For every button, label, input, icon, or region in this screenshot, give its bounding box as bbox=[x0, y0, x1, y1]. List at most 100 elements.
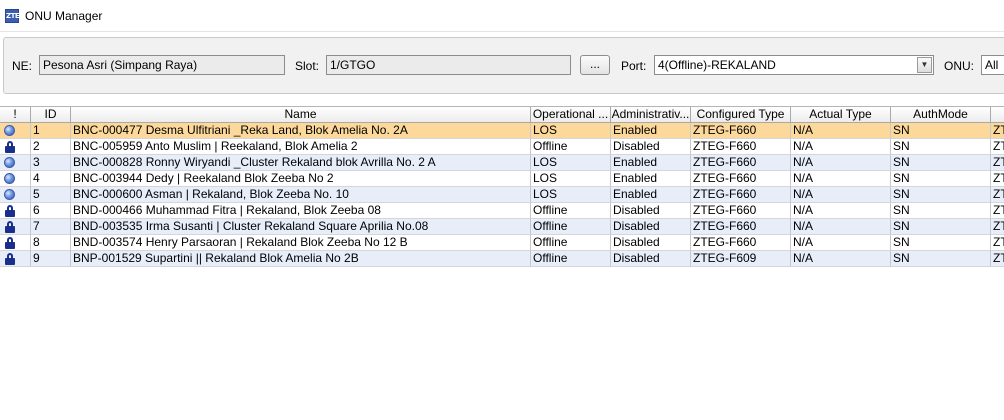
zte-app-icon: ZTE bbox=[5, 9, 20, 23]
administrative-cell: Disabled bbox=[611, 235, 691, 251]
ne-field: Pesona Asri (Simpang Raya) bbox=[39, 55, 285, 75]
extra-cell: ZT bbox=[991, 187, 1004, 203]
status-cell bbox=[0, 155, 31, 171]
lock-icon bbox=[5, 237, 15, 249]
table-row[interactable]: 2 BNC-005959 Anto Muslim | Reekaland, Blo… bbox=[0, 139, 1004, 155]
table-row[interactable]: 5 BNC-000600 Asman | Rekaland, Blok Zeeba… bbox=[0, 187, 1004, 203]
port-label: Port: bbox=[621, 59, 647, 73]
column-header-name[interactable]: Name bbox=[71, 107, 531, 123]
operational-cell: Offline bbox=[531, 251, 611, 267]
operational-cell: LOS bbox=[531, 123, 611, 139]
authmode-cell: SN bbox=[891, 187, 991, 203]
administrative-cell: Enabled bbox=[611, 123, 691, 139]
extra-cell: ZT bbox=[991, 251, 1004, 267]
operational-cell: LOS bbox=[531, 171, 611, 187]
chevron-down-icon[interactable]: ▼ bbox=[917, 57, 932, 73]
column-header-operational[interactable]: Operational ... bbox=[531, 107, 611, 123]
configured-type-cell: ZTEG-F660 bbox=[691, 139, 791, 155]
administrative-cell: Disabled bbox=[611, 219, 691, 235]
id-cell: 7 bbox=[31, 219, 71, 235]
operational-cell: LOS bbox=[531, 155, 611, 171]
column-header-authmode[interactable]: AuthMode bbox=[891, 107, 991, 123]
actual-type-cell: N/A bbox=[791, 219, 891, 235]
actual-type-cell: N/A bbox=[791, 251, 891, 267]
actual-type-cell: N/A bbox=[791, 171, 891, 187]
administrative-cell: Disabled bbox=[611, 251, 691, 267]
title-bar: ZTE ONU Manager bbox=[0, 0, 1004, 32]
status-cell bbox=[0, 139, 31, 155]
globe-icon bbox=[4, 157, 15, 168]
table-row[interactable]: 6 BND-000466 Muhammad Fitra | Rekaland, B… bbox=[0, 203, 1004, 219]
column-header-extra[interactable] bbox=[991, 107, 1004, 123]
status-cell bbox=[0, 203, 31, 219]
name-cell: BNC-000600 Asman | Rekaland, Blok Zeeba … bbox=[71, 187, 531, 203]
id-cell: 3 bbox=[31, 155, 71, 171]
administrative-cell: Enabled bbox=[611, 187, 691, 203]
name-cell: BNC-003944 Dedy | Reekaland Blok Zeeba N… bbox=[71, 171, 531, 187]
operational-cell: LOS bbox=[531, 187, 611, 203]
browse-button[interactable]: ... bbox=[580, 55, 610, 75]
column-header-administrative[interactable]: Administrativ... bbox=[611, 107, 691, 123]
extra-cell: ZT bbox=[991, 123, 1004, 139]
name-cell: BND-003574 Henry Parsaoran | Rekaland Bl… bbox=[71, 235, 531, 251]
column-header-actual-type[interactable]: Actual Type bbox=[791, 107, 891, 123]
id-cell: 8 bbox=[31, 235, 71, 251]
globe-icon bbox=[4, 125, 15, 136]
onu-label: ONU: bbox=[944, 59, 974, 73]
configured-type-cell: ZTEG-F660 bbox=[691, 203, 791, 219]
administrative-cell: Disabled bbox=[611, 203, 691, 219]
actual-type-cell: N/A bbox=[791, 139, 891, 155]
extra-cell: ZT bbox=[991, 203, 1004, 219]
column-header-configured-type[interactable]: Configured Type bbox=[691, 107, 791, 123]
id-cell: 9 bbox=[31, 251, 71, 267]
table-header: ! ID Name Operational ... Administrativ.… bbox=[0, 107, 1004, 123]
port-select-value: 4(Offline)-REKALAND bbox=[658, 58, 776, 72]
configured-type-cell: ZTEG-F660 bbox=[691, 155, 791, 171]
extra-cell: ZT bbox=[991, 139, 1004, 155]
authmode-cell: SN bbox=[891, 139, 991, 155]
actual-type-cell: N/A bbox=[791, 235, 891, 251]
name-cell: BNC-000477 Desma Ulfitriani _Reka Land, … bbox=[71, 123, 531, 139]
configured-type-cell: ZTEG-F609 bbox=[691, 251, 791, 267]
table-row[interactable]: 9 BNP-001529 Supartini || Rekaland Blok A… bbox=[0, 251, 1004, 267]
ne-label: NE: bbox=[12, 59, 33, 73]
status-cell bbox=[0, 187, 31, 203]
authmode-cell: SN bbox=[891, 219, 991, 235]
authmode-cell: SN bbox=[891, 155, 991, 171]
configured-type-cell: ZTEG-F660 bbox=[691, 171, 791, 187]
authmode-cell: SN bbox=[891, 203, 991, 219]
table-row[interactable]: 4 BNC-003944 Dedy | Reekaland Blok Zeeba … bbox=[0, 171, 1004, 187]
name-cell: BND-003535 Irma Susanti | Cluster Rekala… bbox=[71, 219, 531, 235]
id-cell: 1 bbox=[31, 123, 71, 139]
name-cell: BND-000466 Muhammad Fitra | Rekaland, Bl… bbox=[71, 203, 531, 219]
slot-field: 1/GTGO bbox=[326, 55, 571, 75]
name-cell: BNC-000828 Ronny Wiryandi _Cluster Rekal… bbox=[71, 155, 531, 171]
extra-cell: ZT bbox=[991, 235, 1004, 251]
onu-select[interactable]: All bbox=[981, 55, 1004, 75]
lock-icon bbox=[5, 141, 15, 153]
table-row[interactable]: 3 BNC-000828 Ronny Wiryandi _Cluster Reka… bbox=[0, 155, 1004, 171]
actual-type-cell: N/A bbox=[791, 203, 891, 219]
name-cell: BNP-001529 Supartini || Rekaland Blok Am… bbox=[71, 251, 531, 267]
slot-label: Slot: bbox=[295, 59, 320, 73]
administrative-cell: Enabled bbox=[611, 155, 691, 171]
actual-type-cell: N/A bbox=[791, 187, 891, 203]
lock-icon bbox=[5, 221, 15, 233]
actual-type-cell: N/A bbox=[791, 155, 891, 171]
column-header-status[interactable]: ! bbox=[0, 107, 31, 123]
configured-type-cell: ZTEG-F660 bbox=[691, 187, 791, 203]
status-cell bbox=[0, 171, 31, 187]
authmode-cell: SN bbox=[891, 171, 991, 187]
onu-select-value: All bbox=[985, 58, 999, 72]
column-header-id[interactable]: ID bbox=[31, 107, 71, 123]
administrative-cell: Enabled bbox=[611, 171, 691, 187]
operational-cell: Offline bbox=[531, 219, 611, 235]
operational-cell: Offline bbox=[531, 235, 611, 251]
authmode-cell: SN bbox=[891, 251, 991, 267]
table-row[interactable]: 1 BNC-000477 Desma Ulfitriani _Reka Land,… bbox=[0, 123, 1004, 139]
id-cell: 6 bbox=[31, 203, 71, 219]
table-row[interactable]: 8 BND-003574 Henry Parsaoran | Rekaland B… bbox=[0, 235, 1004, 251]
port-select[interactable]: 4(Offline)-REKALAND ▼ bbox=[654, 55, 934, 75]
configured-type-cell: ZTEG-F660 bbox=[691, 123, 791, 139]
table-row[interactable]: 7 BND-003535 Irma Susanti | Cluster Rekal… bbox=[0, 219, 1004, 235]
